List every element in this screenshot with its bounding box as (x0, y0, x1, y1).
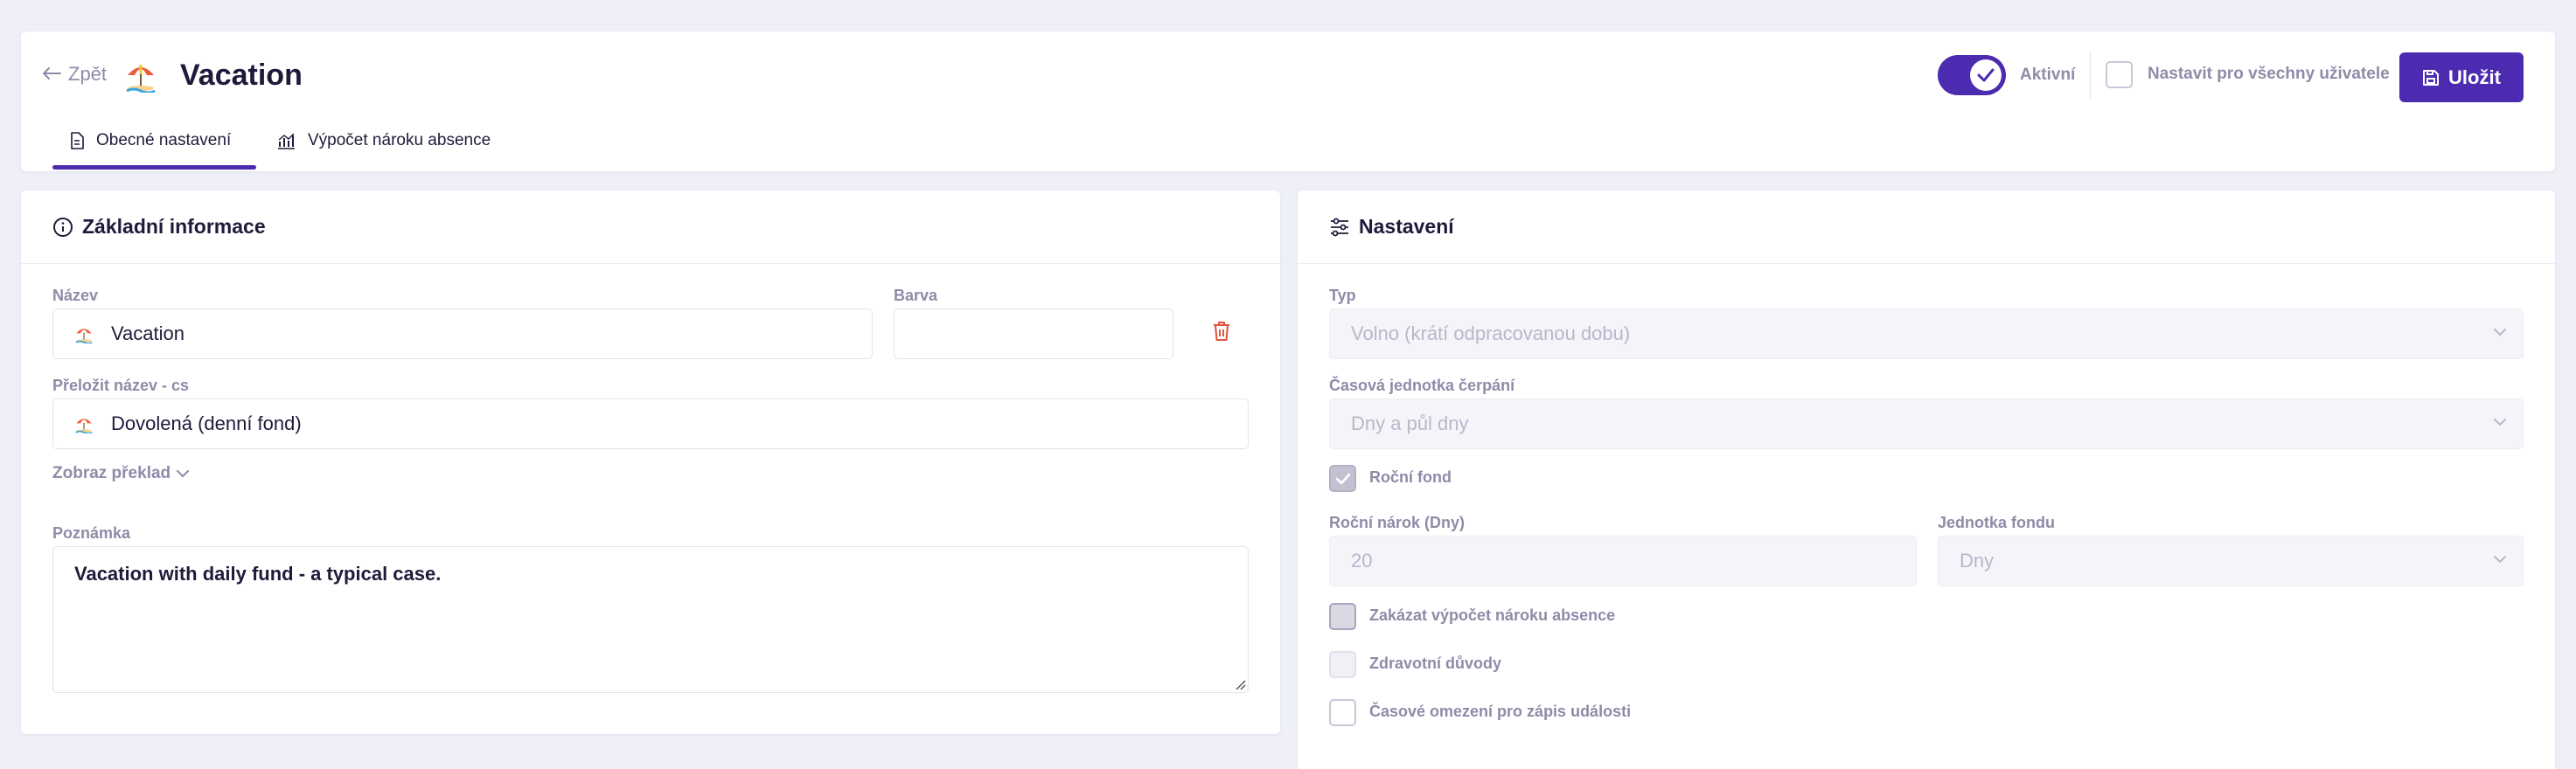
annual-fund-label: Roční fond (1369, 468, 1452, 486)
active-toggle[interactable] (1938, 55, 2006, 95)
basic-info-header: Základní informace (21, 191, 1280, 264)
translate-input[interactable]: Dovolená (denní fond) (52, 398, 1249, 449)
all-users-checkbox[interactable] (2106, 61, 2133, 88)
beach-umbrella-icon (75, 329, 93, 343)
name-label: Název (52, 287, 99, 304)
health-reasons-label: Zdravotní důvody (1369, 655, 1502, 672)
document-icon (71, 132, 84, 149)
info-icon (53, 218, 73, 237)
color-label: Barva (894, 287, 938, 304)
settings-title: Nastavení (1359, 215, 1454, 238)
tab-absence-calculation[interactable]: Výpočet nároku absence (276, 131, 491, 150)
active-toggle-label: Aktivní (2020, 66, 2076, 84)
save-button[interactable]: Uložit (2399, 52, 2524, 102)
beach-umbrella-icon (75, 419, 93, 433)
chevron-down-icon (2494, 419, 2506, 426)
time-limit-checkbox[interactable] (1329, 699, 1356, 726)
back-label: Zpět (68, 63, 108, 85)
annual-entitlement-value: 20 (1351, 550, 1373, 572)
toggle-knob (1970, 59, 2002, 91)
time-limit-label: Časové omezení pro zápis události (1369, 703, 1632, 720)
disable-calc-label: Zakázat výpočet nároku absence (1369, 606, 1616, 624)
annual-entitlement-label: Roční nárok (Dny) (1329, 514, 1466, 531)
page-title: Vacation (180, 59, 303, 92)
tab-calc-label: Výpočet nároku absence (308, 131, 491, 149)
note-textarea[interactable]: Vacation with daily fund - a typical cas… (52, 546, 1249, 693)
active-tab-indicator (52, 165, 256, 170)
fund-unit-label: Jednotka fondu (1938, 514, 2055, 531)
check-icon (1977, 68, 1995, 82)
tab-general-label: Obecné nastavení (96, 131, 232, 149)
chevron-down-icon (2494, 556, 2506, 564)
translate-value: Dovolená (denní fond) (111, 412, 302, 434)
check-icon (1335, 473, 1350, 484)
resize-handle-icon[interactable] (1234, 678, 1246, 690)
name-value: Vacation (111, 322, 184, 344)
chevron-down-icon (177, 470, 190, 478)
name-input[interactable]: Vacation (52, 308, 873, 359)
arrow-left-icon (42, 63, 61, 86)
header-divider (2090, 51, 2091, 100)
sliders-icon (1331, 218, 1348, 237)
header-card (21, 31, 2555, 171)
fund-unit-value: Dny (1960, 550, 1995, 572)
tab-general-settings[interactable]: Obecné nastavení (70, 131, 231, 150)
annual-fund-checkbox[interactable] (1329, 465, 1356, 492)
settings-card: Nastavení Typ Volno (krátí odpracovanou … (1298, 191, 2555, 769)
translate-label: Přeložit název - cs (52, 377, 190, 394)
health-reasons-checkbox[interactable] (1329, 651, 1356, 678)
basic-info-title: Základní informace (82, 215, 266, 238)
show-translation-toggle[interactable]: Zobraz překlad (52, 464, 190, 483)
time-unit-value: Dny a půl dny (1351, 412, 1469, 434)
chevron-down-icon (2494, 329, 2506, 336)
back-link[interactable]: Zpět (42, 63, 107, 86)
save-label: Uložit (2448, 66, 2501, 88)
note-value: Vacation with daily fund - a typical cas… (74, 563, 442, 585)
type-value: Volno (krátí odpracovanou dobu) (1351, 322, 1631, 344)
trash-icon[interactable] (1212, 320, 1231, 343)
time-unit-label: Časová jednotka čerpání (1329, 377, 1515, 394)
beach-umbrella-icon (126, 65, 156, 93)
time-unit-select[interactable]: Dny a půl dny (1329, 398, 2524, 449)
color-input[interactable] (894, 308, 1173, 359)
settings-header: Nastavení (1298, 191, 2555, 264)
fund-unit-select[interactable]: Dny (1938, 536, 2524, 586)
type-label: Typ (1329, 287, 1356, 304)
note-label: Poznámka (52, 524, 131, 542)
annual-entitlement-input[interactable]: 20 (1329, 536, 1917, 586)
basic-info-card: Základní informace Název Vacation Barva … (21, 191, 1280, 734)
all-users-label: Nastavit pro všechny uživatele (2148, 65, 2390, 83)
floppy-disk-icon (2423, 69, 2440, 86)
type-select[interactable]: Volno (krátí odpracovanou dobu) (1329, 308, 2524, 359)
bar-chart-icon (278, 133, 295, 149)
disable-calc-checkbox[interactable] (1329, 603, 1356, 630)
show-translation-label: Zobraz překlad (52, 464, 171, 482)
